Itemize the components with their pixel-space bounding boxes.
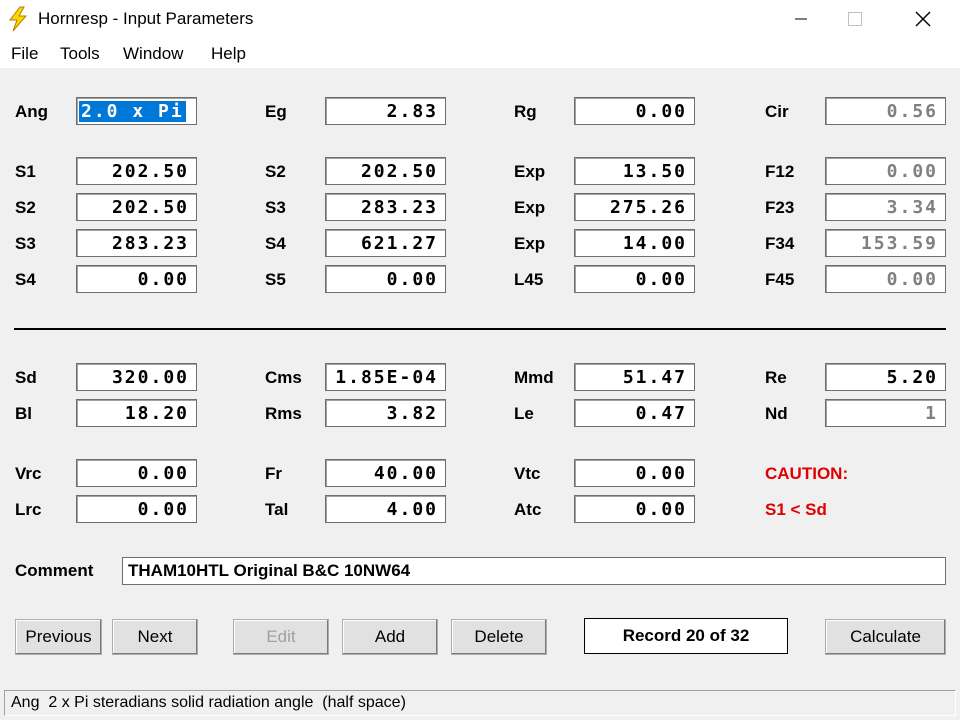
input-parameters-panel: Ang 2.0 x Pi Eg 2.83 Rg 0.00 Cir 0.56 S1…	[0, 68, 960, 686]
rg-label: Rg	[514, 102, 537, 121]
f12-field: 0.00	[825, 157, 946, 185]
vtc-field[interactable]: 0.00	[574, 459, 695, 487]
sd-label: Sd	[15, 368, 37, 387]
section-divider	[14, 328, 946, 330]
ang-value: 2.0 x Pi	[79, 101, 186, 122]
s3b-label: S3	[15, 234, 36, 253]
sd-field[interactable]: 320.00	[76, 363, 197, 391]
rg-field[interactable]: 0.00	[574, 97, 695, 125]
lrc-field[interactable]: 0.00	[76, 495, 197, 523]
rms-label: Rms	[265, 404, 302, 423]
next-button[interactable]: Next	[112, 619, 198, 655]
s3-field[interactable]: 283.23	[325, 193, 446, 221]
record-indicator: Record 20 of 32	[584, 618, 788, 654]
f23-field: 3.34	[825, 193, 946, 221]
ang-label: Ang	[15, 102, 49, 121]
close-button[interactable]	[900, 0, 946, 38]
f45-label: F45	[765, 270, 795, 289]
s1-label: S1	[15, 162, 36, 181]
le-field[interactable]: 0.47	[574, 399, 695, 427]
bl-field[interactable]: 18.20	[76, 399, 197, 427]
tal-label: Tal	[265, 500, 289, 519]
tal-field[interactable]: 4.00	[325, 495, 446, 523]
f12-label: F12	[765, 162, 795, 181]
s5-field[interactable]: 0.00	[325, 265, 446, 293]
s3b-field[interactable]: 283.23	[76, 229, 197, 257]
exp1-label: Exp	[514, 162, 546, 181]
exp3-label: Exp	[514, 234, 546, 253]
close-icon	[915, 11, 931, 27]
atc-label: Atc	[514, 500, 542, 519]
menu-window[interactable]: Window	[123, 44, 183, 64]
title-bar: Hornresp - Input Parameters	[0, 0, 960, 38]
status-bar: Ang 2 x Pi steradians solid radiation an…	[0, 686, 960, 720]
vtc-label: Vtc	[514, 464, 541, 483]
menu-tools[interactable]: Tools	[60, 44, 100, 64]
eg-field[interactable]: 2.83	[325, 97, 446, 125]
caution-message: S1 < Sd	[765, 500, 827, 519]
lrc-label: Lrc	[15, 500, 42, 519]
s5-label: S5	[265, 270, 286, 289]
bl-label: Bl	[15, 404, 32, 423]
menu-help[interactable]: Help	[211, 44, 246, 64]
mmd-label: Mmd	[514, 368, 554, 387]
s1-field[interactable]: 202.50	[76, 157, 197, 185]
ang-field[interactable]: 2.0 x Pi	[76, 97, 197, 125]
mmd-field[interactable]: 51.47	[574, 363, 695, 391]
s2b-field[interactable]: 202.50	[76, 193, 197, 221]
re-label: Re	[765, 368, 787, 387]
minimize-button[interactable]	[778, 0, 824, 38]
s4b-label: S4	[15, 270, 36, 289]
s2-field[interactable]: 202.50	[325, 157, 446, 185]
window-title: Hornresp - Input Parameters	[38, 9, 254, 28]
cms-label: Cms	[265, 368, 302, 387]
edit-button[interactable]: Edit	[233, 619, 329, 655]
vrc-field[interactable]: 0.00	[76, 459, 197, 487]
l45-label: L45	[514, 270, 544, 289]
lightning-bolt-icon	[8, 6, 28, 32]
maximize-button[interactable]	[832, 0, 878, 38]
exp3-field[interactable]: 14.00	[574, 229, 695, 257]
f34-label: F34	[765, 234, 795, 253]
cir-field: 0.56	[825, 97, 946, 125]
comment-field[interactable]: THAM10HTL Original B&C 10NW64	[122, 557, 946, 585]
caution-title: CAUTION:	[765, 464, 849, 483]
nd-field: 1	[825, 399, 946, 427]
vrc-label: Vrc	[15, 464, 42, 483]
nd-label: Nd	[765, 404, 788, 423]
minimize-icon	[795, 18, 807, 20]
re-field[interactable]: 5.20	[825, 363, 946, 391]
s3-label: S3	[265, 198, 286, 217]
exp2-label: Exp	[514, 198, 546, 217]
f23-label: F23	[765, 198, 795, 217]
exp1-field[interactable]: 13.50	[574, 157, 695, 185]
previous-button[interactable]: Previous	[15, 619, 102, 655]
le-label: Le	[514, 404, 534, 423]
f34-field: 153.59	[825, 229, 946, 257]
fr-label: Fr	[265, 464, 282, 483]
f45-field: 0.00	[825, 265, 946, 293]
l45-field[interactable]: 0.00	[574, 265, 695, 293]
delete-button[interactable]: Delete	[451, 619, 547, 655]
s2-label: S2	[265, 162, 286, 181]
comment-label: Comment	[15, 561, 94, 580]
atc-field[interactable]: 0.00	[574, 495, 695, 523]
s2b-label: S2	[15, 198, 36, 217]
menu-file[interactable]: File	[11, 44, 38, 64]
cms-field[interactable]: 1.85E-04	[325, 363, 446, 391]
menu-bar: File Tools Window Help	[0, 38, 960, 68]
fr-field[interactable]: 40.00	[325, 459, 446, 487]
status-text: Ang 2 x Pi steradians solid radiation an…	[4, 690, 956, 716]
maximize-icon	[848, 12, 862, 26]
eg-label: Eg	[265, 102, 287, 121]
s4-field[interactable]: 621.27	[325, 229, 446, 257]
calculate-button[interactable]: Calculate	[825, 619, 946, 655]
s4b-field[interactable]: 0.00	[76, 265, 197, 293]
s4-label: S4	[265, 234, 286, 253]
exp2-field[interactable]: 275.26	[574, 193, 695, 221]
rms-field[interactable]: 3.82	[325, 399, 446, 427]
add-button[interactable]: Add	[342, 619, 438, 655]
cir-label: Cir	[765, 102, 789, 121]
